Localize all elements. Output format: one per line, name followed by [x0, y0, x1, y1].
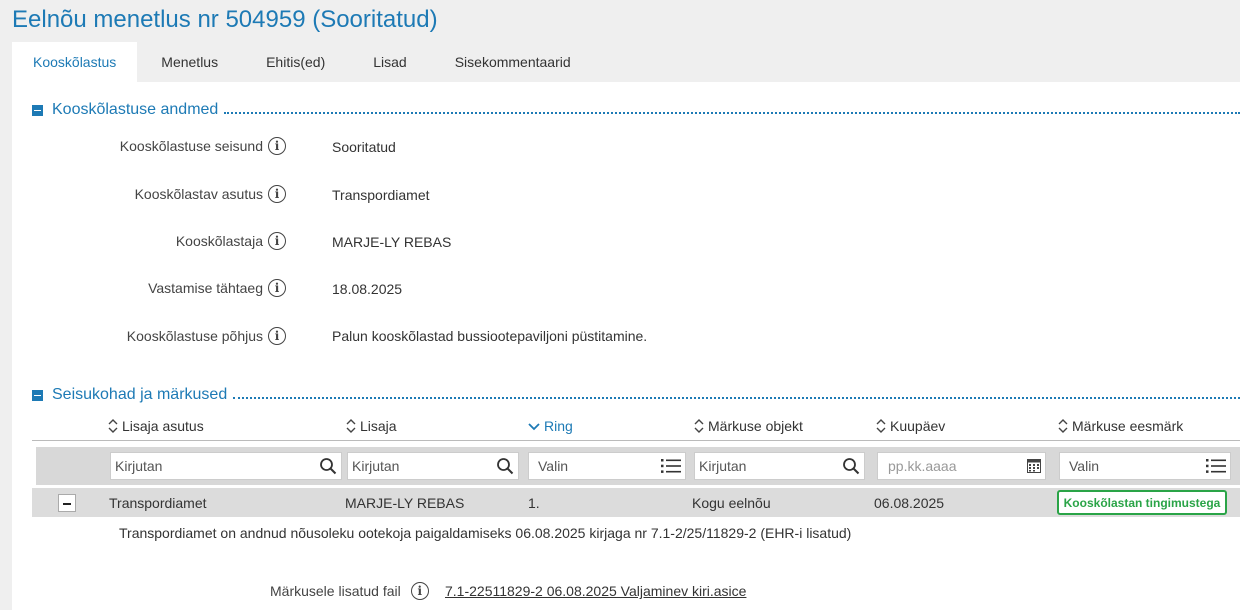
section-divider — [233, 397, 1240, 399]
filter-ring[interactable]: Valin — [528, 452, 686, 480]
remark-comment: Transpordiamet on andnud nõusoleku ootek… — [119, 525, 852, 541]
field-label-asutus: Kooskõlastav asutus i — [135, 185, 286, 203]
attached-file-link[interactable]: 7.1-22511829-2 06.08.2025 Valjaminev kir… — [445, 583, 746, 599]
list-icon[interactable] — [1206, 458, 1226, 474]
filter-markuse-eesmark[interactable]: Valin — [1059, 452, 1231, 480]
collapse-icon[interactable] — [32, 389, 43, 401]
sort-icon — [694, 419, 704, 433]
filter-lisaja[interactable]: Kirjutan — [347, 452, 519, 480]
column-header-ring[interactable]: Ring — [528, 418, 573, 434]
tab-kooskolastus[interactable]: Kooskõlastus — [12, 42, 138, 82]
cell-ring: 1. — [528, 495, 540, 511]
collapse-row-icon[interactable] — [58, 494, 76, 512]
field-label-kooskolastaja: Kooskõlastaja i — [176, 232, 286, 250]
column-header-markuse-eesmark[interactable]: Märkuse eesmärk — [1058, 418, 1183, 434]
search-icon[interactable] — [319, 457, 337, 475]
search-icon[interactable] — [842, 457, 860, 475]
sort-icon — [876, 419, 886, 433]
info-icon[interactable]: i — [268, 137, 286, 155]
filter-lisaja-asutus[interactable]: Kirjutan — [110, 452, 342, 480]
info-icon[interactable]: i — [268, 185, 286, 203]
filter-markuse-objekt[interactable]: Kirjutan — [694, 452, 865, 480]
info-icon[interactable]: i — [268, 279, 286, 297]
field-label-text: Kooskõlastuse seisund — [119, 138, 263, 154]
sort-icon — [108, 419, 118, 433]
filter-placeholder: Valin — [538, 458, 569, 474]
section-divider — [224, 112, 1240, 114]
column-header-label: Märkuse objekt — [708, 418, 803, 434]
search-icon[interactable] — [496, 457, 514, 475]
page-title: Eelnõu menetlus nr 504959 (Sooritatud) — [12, 6, 438, 33]
calendar-icon[interactable] — [1027, 459, 1041, 473]
section-header-andmed: Kooskõlastuse andmed — [32, 101, 1240, 119]
cell-lisaja-asutus: Transpordiamet — [109, 495, 207, 511]
tab-ehitised[interactable]: Ehitis(ed) — [242, 42, 349, 82]
cell-kuupaev: 06.08.2025 — [874, 495, 945, 511]
field-value-asutus: Transpordiamet — [332, 187, 430, 203]
tab-sisekommentaarid[interactable]: Sisekommentaarid — [431, 42, 595, 82]
field-value-pohjus: Palun kooskõlastad bussiootepaviljoni pü… — [332, 328, 648, 344]
column-header-kuupaev[interactable]: Kuupäev — [876, 418, 945, 434]
column-header-lisaja-asutus[interactable]: Lisaja asutus — [108, 418, 204, 434]
filter-placeholder: Kirjutan — [352, 458, 400, 474]
content-panel: Kooskõlastuse andmed Kooskõlastuse seisu… — [12, 82, 1240, 610]
filter-placeholder: pp.kk.aaaa — [888, 458, 957, 474]
status-badge: Kooskõlastan tingimustega — [1057, 490, 1227, 515]
field-label-text: Kooskõlastaja — [175, 233, 263, 249]
field-label-text: Vastamise tähtaeg — [148, 280, 263, 296]
filter-bar: Kirjutan Kirjutan Valin Kirjutan pp.kk.a… — [36, 447, 1240, 485]
info-icon[interactable]: i — [268, 327, 286, 345]
filter-placeholder: Kirjutan — [115, 458, 163, 474]
filter-placeholder: Kirjutan — [699, 458, 747, 474]
file-label: Märkusele lisatud fail i — [270, 582, 429, 600]
column-header-label: Ring — [544, 418, 573, 434]
collapse-icon[interactable] — [32, 104, 43, 116]
sort-icon — [346, 419, 356, 433]
sort-icon — [1058, 419, 1068, 433]
column-header-label: Kuupäev — [890, 418, 946, 434]
table-header: Lisaja asutus Lisaja Ring Märkuse objekt… — [32, 416, 1240, 441]
tab-bar: Kooskõlastus Menetlus Ehitis(ed) Lisad S… — [12, 42, 595, 82]
section-title-andmed: Kooskõlastuse andmed — [52, 101, 219, 118]
tab-lisad[interactable]: Lisad — [349, 42, 430, 82]
field-value-kooskolastaja: MARJE-LY REBAS — [332, 234, 452, 250]
table-row[interactable]: Transpordiamet MARJE-LY REBAS 1. Kogu ee… — [32, 488, 1240, 517]
info-icon[interactable]: i — [268, 232, 286, 250]
info-icon[interactable]: i — [410, 582, 429, 600]
list-icon[interactable] — [661, 458, 681, 474]
filter-kuupaev[interactable]: pp.kk.aaaa — [877, 452, 1046, 480]
field-label-seisund: Kooskõlastuse seisund i — [120, 137, 286, 155]
sort-desc-icon — [528, 423, 540, 431]
section-header-seisukohad: Seisukohad ja märkused — [32, 386, 1240, 404]
field-value-seisund: Sooritatud — [332, 139, 396, 155]
column-header-label: Märkuse eesmärk — [1072, 418, 1184, 434]
file-label-text: Märkusele lisatud fail — [270, 583, 401, 599]
column-header-lisaja[interactable]: Lisaja — [346, 418, 397, 434]
cell-lisaja: MARJE-LY REBAS — [345, 495, 465, 511]
field-value-tahtaeg: 18.08.2025 — [332, 281, 403, 297]
column-header-label: Lisaja asutus — [122, 418, 204, 434]
tab-menetlus[interactable]: Menetlus — [137, 42, 242, 82]
section-title-seisukohad: Seisukohad ja märkused — [52, 386, 228, 403]
field-label-tahtaeg: Vastamise tähtaeg i — [148, 279, 286, 297]
cell-markuse-objekt: Kogu eelnõu — [692, 495, 771, 511]
field-label-text: Kooskõlastuse põhjus — [126, 328, 263, 344]
filter-placeholder: Valin — [1069, 458, 1100, 474]
column-header-markuse-objekt[interactable]: Märkuse objekt — [694, 418, 803, 434]
column-header-label: Lisaja — [360, 418, 397, 434]
field-label-text: Kooskõlastav asutus — [134, 186, 263, 202]
field-label-pohjus: Kooskõlastuse põhjus i — [127, 327, 286, 345]
